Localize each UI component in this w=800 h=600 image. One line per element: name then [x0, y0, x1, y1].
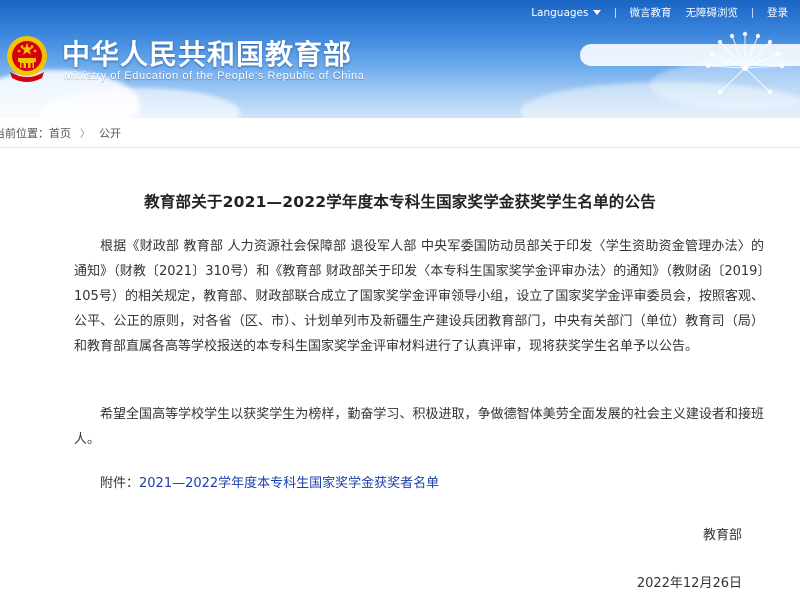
- weibo-link[interactable]: 微言教育: [630, 5, 672, 20]
- caret-down-icon: [592, 10, 601, 15]
- publish-date: 2022年12月26日: [636, 576, 742, 591]
- accessible-browsing-link[interactable]: 无障碍浏览: [686, 5, 739, 20]
- search-input[interactable]: [580, 44, 800, 66]
- signature: 教育部: [702, 528, 742, 543]
- breadcrumb-prefix: 当前位置：: [0, 126, 49, 140]
- languages-label: Languages: [531, 6, 589, 19]
- site-subtitle: Ministry of Education of the People's Re…: [64, 70, 365, 82]
- article-paragraph: 希望全国高等学校学生以获奖学生为榜样，勤奋学习、积极进取，争做德智体美劳全面发展…: [74, 407, 764, 447]
- breadcrumb-home[interactable]: 首页: [49, 125, 71, 141]
- article: 教育部关于2021—2022学年度本专科生国家奖学金获奖学生名单的公告 根据《财…: [0, 148, 800, 600]
- site-title[interactable]: 中华人民共和国教育部: [62, 33, 352, 73]
- languages-dropdown[interactable]: Languages: [531, 6, 601, 19]
- site-header: 中华人民共和国教育部 Ministry of Education of the …: [0, 0, 800, 118]
- nav-divider: [752, 7, 753, 18]
- breadcrumb-public[interactable]: 公开: [99, 125, 121, 141]
- article-paragraph: 根据《财政部 教育部 人力资源社会保障部 退役军人部 中央军委国防动员部关于印发…: [74, 239, 764, 354]
- attachment-link[interactable]: 2021—2022学年度本专科生国家奖学金获奖者名单: [139, 476, 439, 491]
- national-emblem-icon: [7, 36, 47, 82]
- top-navigation: Languages 微言教育 无障碍浏览 登录: [531, 5, 788, 20]
- attachment: 附件：2021—2022学年度本专科生国家奖学金获奖者名单: [100, 472, 439, 491]
- breadcrumb-separator: 〉: [80, 129, 90, 140]
- login-link[interactable]: 登录: [767, 5, 788, 20]
- dandelion-decoration: [705, 31, 785, 95]
- nav-divider: [614, 7, 616, 18]
- attachment-label: 附件：: [100, 476, 140, 491]
- article-title: 教育部关于2021—2022学年度本专科生国家奖学金获奖学生名单的公告: [144, 193, 656, 211]
- breadcrumb: 当前位置： 首页 〉 公开: [0, 118, 800, 148]
